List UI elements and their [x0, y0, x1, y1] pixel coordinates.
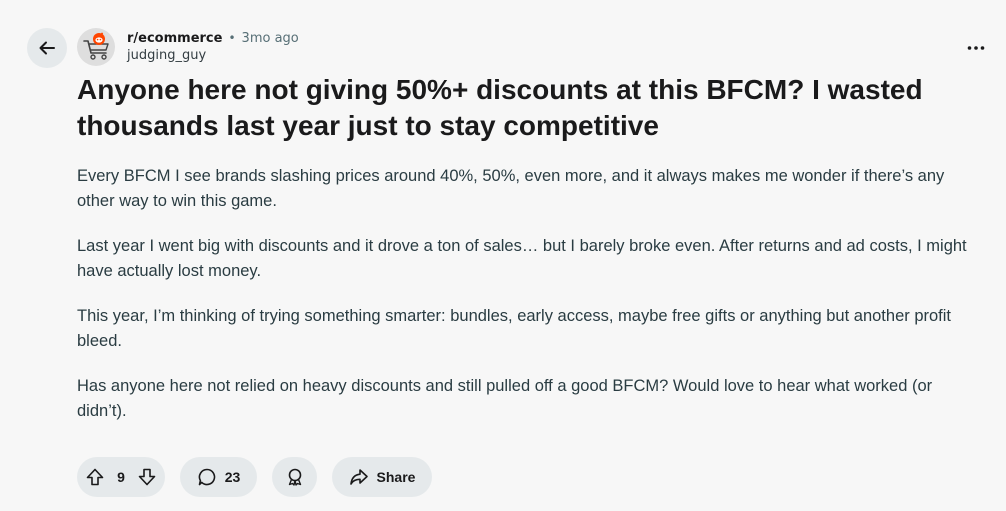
post-paragraph: Has anyone here not relied on heavy disc…: [77, 377, 933, 420]
post-meta: r/ecommerce • 3mo ago judging_guy: [127, 28, 299, 64]
post-action-bar: 9 23 Share: [77, 457, 432, 497]
vote-control: 9: [77, 457, 165, 497]
post-paragraph: Every BFCM I see brands slashing prices …: [77, 167, 945, 210]
post-page: r/ecommerce • 3mo ago judging_guy Anyone…: [0, 0, 1006, 511]
award-button[interactable]: [272, 457, 317, 497]
subreddit-link[interactable]: r/ecommerce: [127, 31, 222, 46]
meta-separator: •: [228, 31, 236, 45]
comment-bubble-icon: [197, 467, 217, 487]
ellipsis-icon: [967, 45, 985, 51]
downvote-arrow-icon[interactable]: [137, 467, 157, 487]
share-label: Share: [376, 469, 416, 485]
comments-button[interactable]: 23: [180, 457, 257, 497]
shopping-cart-snoo-icon: [77, 28, 115, 66]
subreddit-avatar[interactable]: [77, 28, 115, 66]
more-options-button[interactable]: [964, 36, 988, 60]
post-paragraph: This year, I’m thinking of trying someth…: [77, 307, 952, 350]
comment-count: 23: [224, 469, 241, 485]
award-icon: [285, 467, 305, 487]
author-link[interactable]: judging_guy: [127, 48, 299, 63]
post-title: Anyone here not giving 50%+ discounts at…: [77, 74, 923, 141]
post-body: Every BFCM I see brands slashing prices …: [77, 164, 982, 444]
arrow-left-icon: [37, 38, 57, 58]
share-arrow-icon: [349, 467, 369, 487]
vote-count: 9: [117, 469, 125, 485]
share-button[interactable]: Share: [332, 457, 432, 497]
post-paragraph: Last year I went big with discounts and …: [77, 237, 967, 280]
back-button[interactable]: [27, 28, 67, 68]
upvote-arrow-icon[interactable]: [85, 467, 105, 487]
post-timestamp: 3mo ago: [241, 30, 299, 46]
